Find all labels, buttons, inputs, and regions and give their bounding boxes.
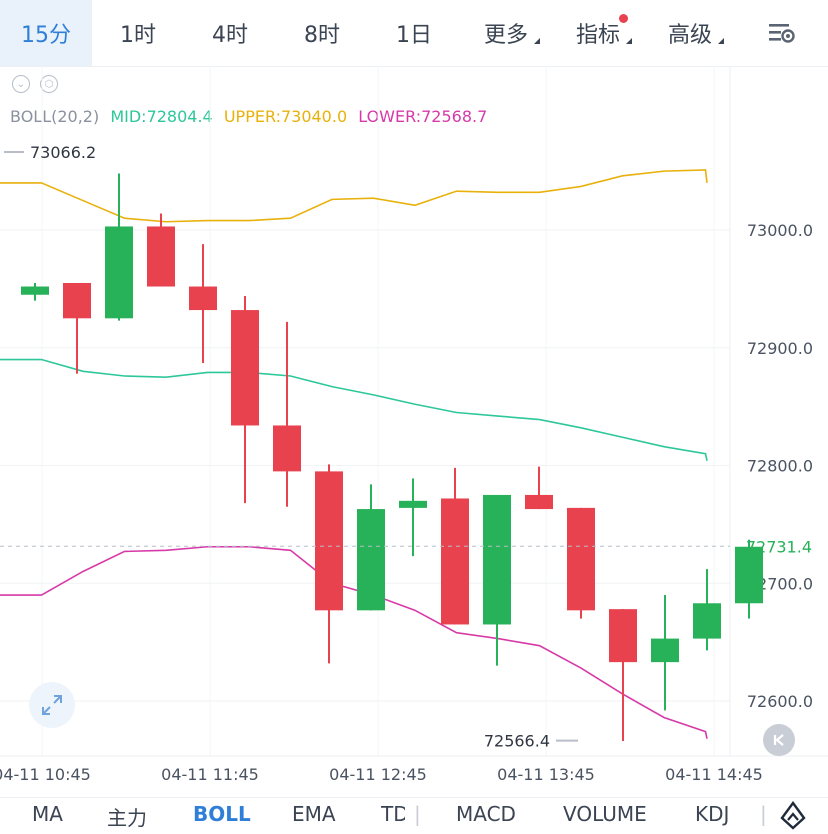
candle-body-up [21,286,49,295]
chart-settings-button[interactable] [736,0,828,66]
indicator-ma[interactable]: MA [32,802,63,826]
tab-label: 1时 [120,23,156,48]
tab-label: 1日 [396,23,432,48]
indicator-divider: | [414,802,421,826]
candle-body-up [483,494,511,625]
x-tick-label: 04-11 12:45 [329,765,427,784]
tab-indicators[interactable]: 指标 [552,0,644,66]
tab-label: 8时 [304,23,340,48]
y-tick-label: 72600.0 [747,692,813,711]
tab-label: 15分 [21,23,71,48]
candle-body-down [189,286,217,311]
dropdown-caret-icon [626,38,632,44]
tab-advanced[interactable]: 高级 [644,0,736,66]
candle-body-up [399,500,427,508]
high-price-label: 73066.2 [30,143,96,162]
candle-body-up [357,509,385,611]
x-tick-label: 04-11 10:45 [0,765,91,784]
x-tick-label: 04-11 11:45 [161,765,259,784]
low-price-label: 72566.4 [484,732,550,751]
tab-1h[interactable]: 1时 [92,0,184,66]
tab-8h[interactable]: 8时 [276,0,368,66]
tab-label: 指标 [575,23,620,48]
indicator-divider: | [760,802,767,826]
x-tick-label: 04-11 14:45 [665,765,763,784]
dropdown-caret-icon [718,38,724,44]
candle-body-down [441,498,469,625]
indicator-ema[interactable]: EMA [292,802,336,826]
indicator-td[interactable]: TD [381,802,405,826]
expand-arrows-icon [42,695,62,715]
candle-body-up [651,638,679,663]
candle-body-down [315,471,343,611]
boll-upper-line [0,169,708,223]
candle-body-down [147,226,175,287]
candle-body-up [693,603,721,639]
tab-1d[interactable]: 1日 [368,0,460,66]
tab-more[interactable]: 更多 [460,0,552,66]
candle-body-down [231,310,259,426]
kline-chart[interactable]: 73000.0 72900.0 72800.0 72700.0 72600.0 04-11… [0,66,828,796]
candle-body-down [609,609,637,663]
candle-body-down [273,425,301,472]
tab-4h[interactable]: 4时 [184,0,276,66]
indicator-main-force[interactable]: 主力 [107,802,147,831]
kline-chart-svg[interactable]: 73000.072900.072800.072700.072600.004-11… [0,66,828,796]
drawing-pen-icon [780,800,806,830]
settings-gear-icon [769,24,795,43]
x-tick-label: 04-11 13:45 [497,765,595,784]
indicator-bar: MA 主力 BOLL EMA TD | MACD VOLUME KDJ | [0,797,828,832]
candle-body-up [105,226,133,319]
candle-body-down [567,507,595,611]
tab-label: 高级 [667,23,712,48]
current-price-label: 72731.4 [746,537,812,556]
drawing-tools-button[interactable] [776,800,810,830]
indicator-kdj[interactable]: KDJ [695,802,729,826]
skip-forward-icon [773,734,784,746]
y-tick-label: 73000.0 [747,221,813,240]
dropdown-caret-icon [534,38,540,44]
indicator-boll[interactable]: BOLL [193,802,251,826]
indicator-volume[interactable]: VOLUME [563,802,647,826]
candle-body-down [63,282,91,319]
boll-mid-line [0,358,708,461]
timeframe-tabbar: 15分 1时 4时 8时 1日 更多 指标 高级 [0,0,828,67]
tab-15m[interactable]: 15分 [0,0,92,66]
scroll-to-latest-button[interactable] [763,724,795,756]
boll-lower-line [0,545,708,739]
tab-label: 4时 [212,23,248,48]
y-tick-label: 72800.0 [747,457,813,476]
tab-label: 更多 [483,23,528,48]
indicator-macd[interactable]: MACD [456,802,516,826]
notification-dot [619,14,628,23]
candle-body-down [525,494,553,510]
y-tick-label: 72900.0 [747,339,813,358]
fullscreen-expand-button[interactable] [29,682,75,728]
